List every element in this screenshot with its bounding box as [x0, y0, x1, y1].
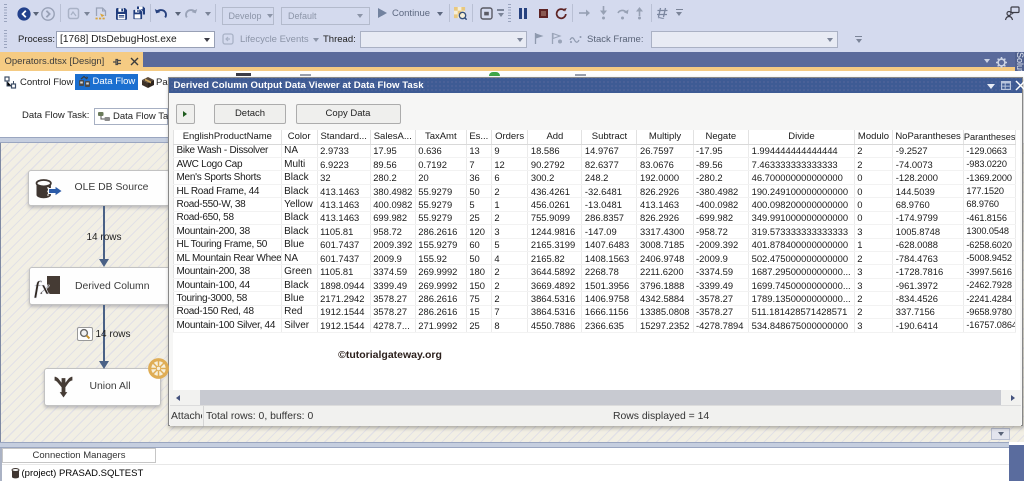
svg-text:fx: fx — [34, 278, 50, 299]
